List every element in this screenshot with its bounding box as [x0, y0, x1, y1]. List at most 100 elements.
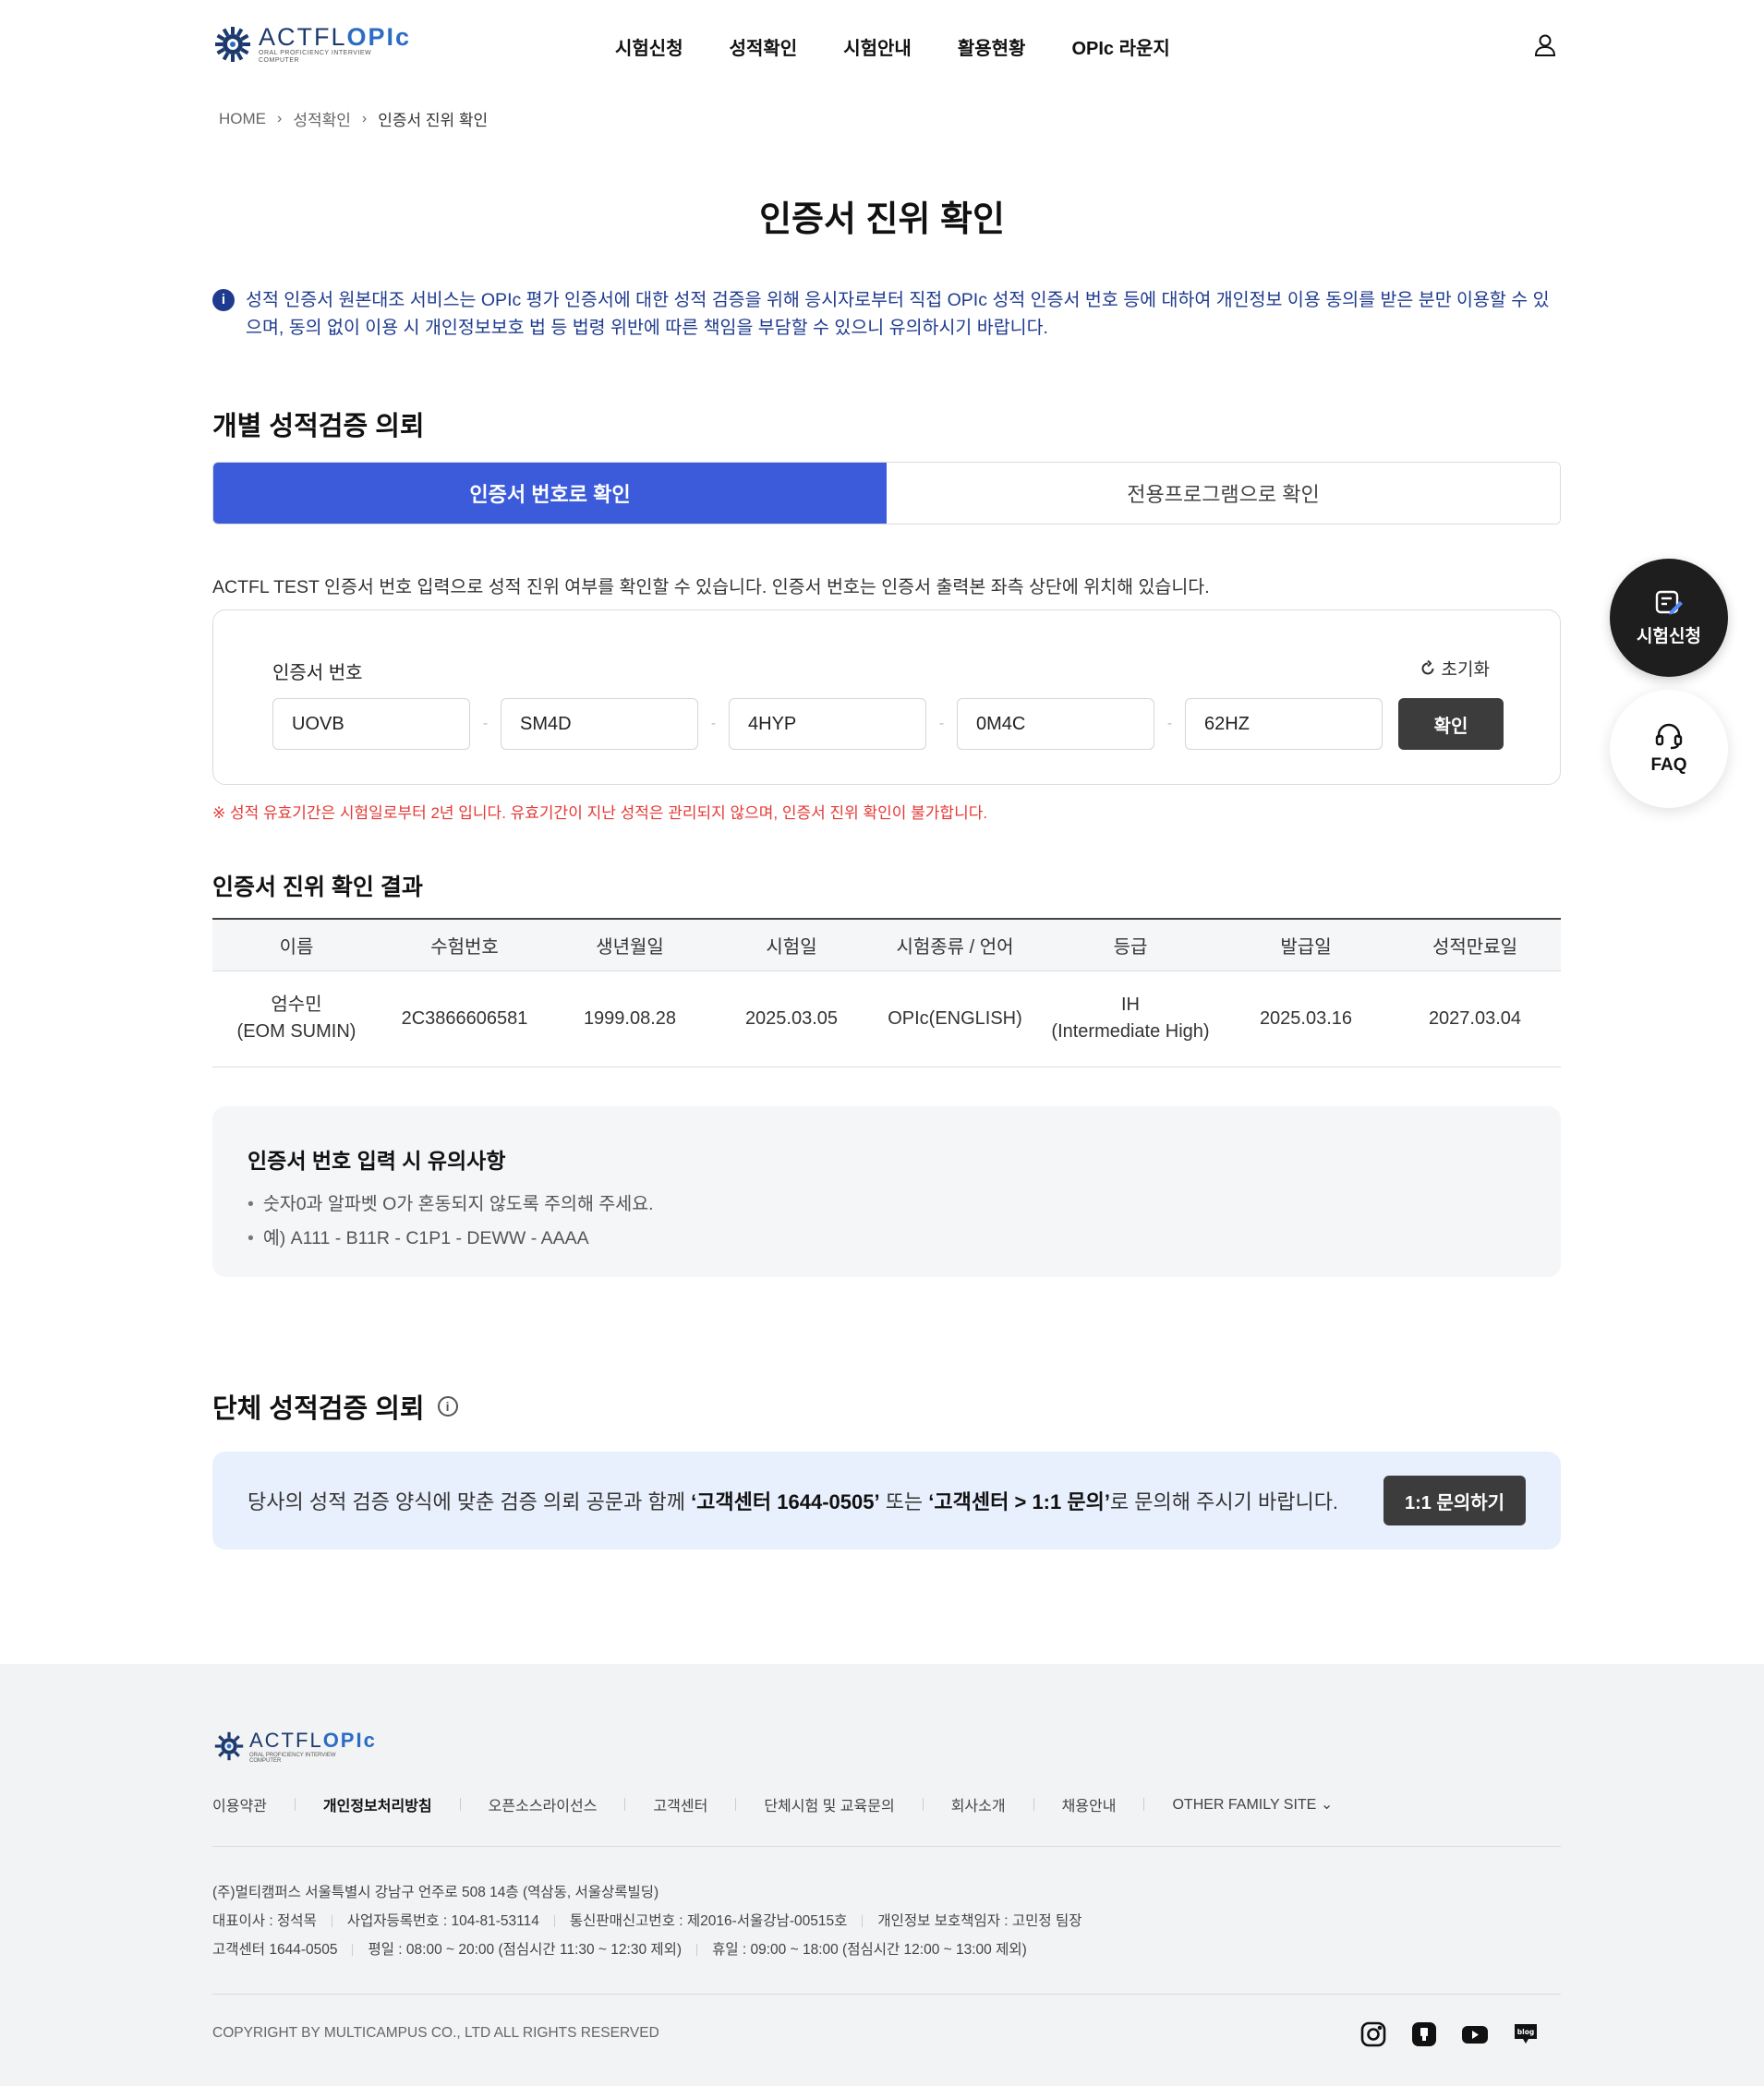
- footer-link-group-exam[interactable]: 단체시험 및 교육문의: [764, 1793, 894, 1815]
- cell-exam-type: OPIc(ENGLISH): [872, 971, 1038, 1067]
- info-icon: i: [212, 289, 235, 311]
- site-footer: ACTFLOPIc ORAL PROFICIENCY INTERVIEW COM…: [0, 1664, 1764, 2086]
- result-title: 인증서 진위 확인 결과: [212, 874, 423, 900]
- certificate-number-label: 인증서 번호: [272, 663, 363, 683]
- site-header: ACTFLOPIc ORAL PROFICIENCY INTERVIEW COM…: [0, 0, 1764, 92]
- divider: [735, 1798, 737, 1811]
- table-header-row: 이름 수험번호 생년월일 시험일 시험종류 / 언어 등급 발급일 성적만료일: [212, 918, 1561, 971]
- cell-name: 엄수민 (EOM SUMIN): [212, 971, 381, 1067]
- column-header: 시험일: [711, 918, 872, 971]
- site-logo[interactable]: ACTFLOPIc ORAL PROFICIENCY INTERVIEW COM…: [214, 24, 411, 65]
- refresh-icon: [1421, 659, 1434, 674]
- nav-item-guide[interactable]: 시험안내: [843, 33, 912, 60]
- logo-subtitle-2: COMPUTER: [259, 57, 300, 64]
- floating-faq-label: FAQ: [1650, 755, 1687, 775]
- logo-emblem-icon: [214, 1731, 244, 1761]
- confirm-button[interactable]: 확인: [1398, 698, 1504, 750]
- certificate-input-box: 인증서 번호 초기화 UOVB - SM4D - 4HYP - 0M4C - 6…: [212, 609, 1561, 785]
- footer-link-opensource[interactable]: 오픈소스라이선스: [489, 1793, 598, 1815]
- chevron-right-icon: ›: [361, 110, 368, 127]
- column-header: 시험종류 / 언어: [872, 918, 1038, 971]
- company-biz-number: 사업자등록번호 : 104-81-53114: [346, 1913, 539, 1929]
- nav-item-score[interactable]: 성적확인: [730, 33, 798, 60]
- instagram-icon[interactable]: [1359, 2020, 1387, 2048]
- breadcrumb: HOME › 성적확인 › 인증서 진위 확인: [219, 107, 488, 130]
- cell-expiry-date: 2027.03.04: [1389, 971, 1561, 1067]
- field-separator: -: [710, 716, 717, 731]
- company-privacy-officer: 개인정보 보호책임자 : 고민정 팀장: [877, 1913, 1082, 1929]
- column-header: 수험번호: [381, 918, 549, 971]
- nav-item-lounge[interactable]: OPIc 라운지: [1071, 33, 1169, 60]
- certificate-field-3[interactable]: 4HYP: [729, 698, 926, 750]
- column-header: 등급: [1038, 918, 1223, 971]
- footer-link-privacy[interactable]: 개인정보처리방침: [323, 1793, 432, 1815]
- divider: [294, 1798, 296, 1811]
- footer-link-careers[interactable]: 채용안내: [1062, 1793, 1117, 1815]
- certificate-field-4[interactable]: 0M4C: [957, 698, 1154, 750]
- copyright: COPYRIGHT BY MULTICAMPUS CO., LTD ALL RI…: [212, 2025, 659, 2041]
- floating-apply-button[interactable]: 시험신청: [1610, 559, 1728, 677]
- weekday-hours: 평일 : 08:00 ~ 20:00 (점심시간 11:30 ~ 12:30 제…: [368, 1942, 683, 1958]
- blog-icon[interactable]: blog: [1512, 2020, 1540, 2048]
- certificate-field-2[interactable]: SM4D: [501, 698, 698, 750]
- floating-faq-button[interactable]: FAQ: [1610, 690, 1728, 808]
- user-icon[interactable]: [1533, 33, 1557, 57]
- footer-links: 이용약관 개인정보처리방침 오픈소스라이선스 고객센터 단체시험 및 교육문의 …: [212, 1793, 1333, 1815]
- logo-emblem-icon: [215, 27, 250, 62]
- kakao-story-icon[interactable]: [1410, 2020, 1438, 2048]
- footer-divider: [212, 1846, 1561, 1847]
- column-header: 생년월일: [549, 918, 711, 971]
- inquiry-button[interactable]: 1:1 문의하기: [1383, 1476, 1526, 1525]
- floating-apply-label: 시험신청: [1637, 626, 1701, 646]
- nav-item-usage[interactable]: 활용현황: [958, 33, 1026, 60]
- tab-certificate-number[interactable]: 인증서 번호로 확인: [213, 463, 887, 524]
- field-separator: -: [938, 716, 945, 731]
- breadcrumb-current: 인증서 진위 확인: [378, 112, 489, 129]
- divider: [624, 1798, 626, 1811]
- footer-link-support[interactable]: 고객센터: [653, 1793, 707, 1815]
- group-inquiry-text: 당사의 성적 검증 양식에 맞춘 검증 의뢰 공문과 함께 ‘고객센터 1644…: [248, 1490, 1339, 1513]
- cell-exam-date: 2025.03.05: [711, 971, 872, 1067]
- svg-text:blog: blog: [1517, 2028, 1534, 2036]
- caution-box: 인증서 번호 입력 시 유의사항 숫자0과 알파벳 O가 혼동되지 않도록 주의…: [212, 1106, 1561, 1277]
- family-site-dropdown[interactable]: OTHER FAMILY SITE ⌄: [1172, 1795, 1333, 1814]
- footer-link-company[interactable]: 회사소개: [951, 1793, 1006, 1815]
- edit-document-icon: [1655, 590, 1683, 614]
- verify-description: ACTFL TEST 인증서 번호 입력으로 성적 진위 여부를 확인할 수 있…: [212, 577, 1210, 597]
- main-nav: 시험신청 성적확인 시험안내 활용현황 OPIc 라운지: [615, 33, 1170, 60]
- divider: [1033, 1798, 1034, 1811]
- caution-item: 숫자0과 알파벳 O가 혼동되지 않도록 주의해 주세요.: [248, 1188, 1526, 1222]
- footer-logo-subtitle-2: COMPUTER: [249, 1758, 282, 1764]
- company-info: (주)멀티캠퍼스 서울특별시 강남구 언주로 508 14층 (역삼동, 서울상…: [212, 1878, 1082, 1964]
- notice: i 성적 인증서 원본대조 서비스는 OPIc 평가 인증서에 대한 성적 검증…: [212, 286, 1561, 342]
- caution-item: 예) A111 - B11R - C1P1 - DEWW - AAAA: [248, 1222, 1526, 1256]
- certificate-field-1[interactable]: UOVB: [272, 698, 470, 750]
- validity-warning: ※ 성적 유효기간은 시험일로부터 2년 입니다. 유효기간이 지난 성적은 관…: [212, 804, 988, 822]
- page-title: 인증서 진위 확인: [759, 200, 1005, 239]
- company-address: (주)멀티캠퍼스 서울특별시 강남구 언주로 508 14층 (역삼동, 서울상…: [212, 1885, 659, 1900]
- info-icon[interactable]: i: [437, 1396, 458, 1417]
- individual-section-title: 개별 성적검증 의뢰: [212, 412, 425, 441]
- footer-divider: [212, 1994, 1561, 1995]
- field-separator: -: [482, 716, 489, 731]
- nav-item-apply[interactable]: 시험신청: [615, 33, 683, 60]
- cell-issue-date: 2025.03.16: [1223, 971, 1389, 1067]
- breadcrumb-score[interactable]: 성적확인: [293, 107, 351, 130]
- youtube-icon[interactable]: [1461, 2020, 1489, 2048]
- company-ceo: 대표이사 : 정석목: [212, 1913, 317, 1929]
- footer-logo[interactable]: ACTFLOPIc ORAL PROFICIENCY INTERVIEW COM…: [214, 1729, 377, 1764]
- company-mail-order: 통신판매신고번호 : 제2016-서울강남-00515호: [569, 1913, 848, 1929]
- social-links: blog: [1359, 2020, 1540, 2048]
- certificate-field-5[interactable]: 62HZ: [1185, 698, 1383, 750]
- tab-dedicated-program[interactable]: 전용프로그램으로 확인: [887, 463, 1560, 524]
- field-separator: -: [1166, 716, 1173, 731]
- breadcrumb-home[interactable]: HOME: [219, 110, 266, 128]
- reset-button[interactable]: 초기화: [1420, 656, 1490, 681]
- footer-logo-text: ACTFLOPIc: [249, 1729, 377, 1752]
- cell-exam-number: 2C3866606581: [381, 971, 549, 1067]
- customer-center: 고객센터 1644-0505: [212, 1942, 338, 1958]
- group-inquiry-box: 당사의 성적 검증 양식에 맞춘 검증 의뢰 공문과 함께 ‘고객센터 1644…: [212, 1452, 1561, 1549]
- verify-tabs: 인증서 번호로 확인 전용프로그램으로 확인: [212, 462, 1561, 525]
- footer-link-terms[interactable]: 이용약관: [212, 1793, 267, 1815]
- cell-birth: 1999.08.28: [549, 971, 711, 1067]
